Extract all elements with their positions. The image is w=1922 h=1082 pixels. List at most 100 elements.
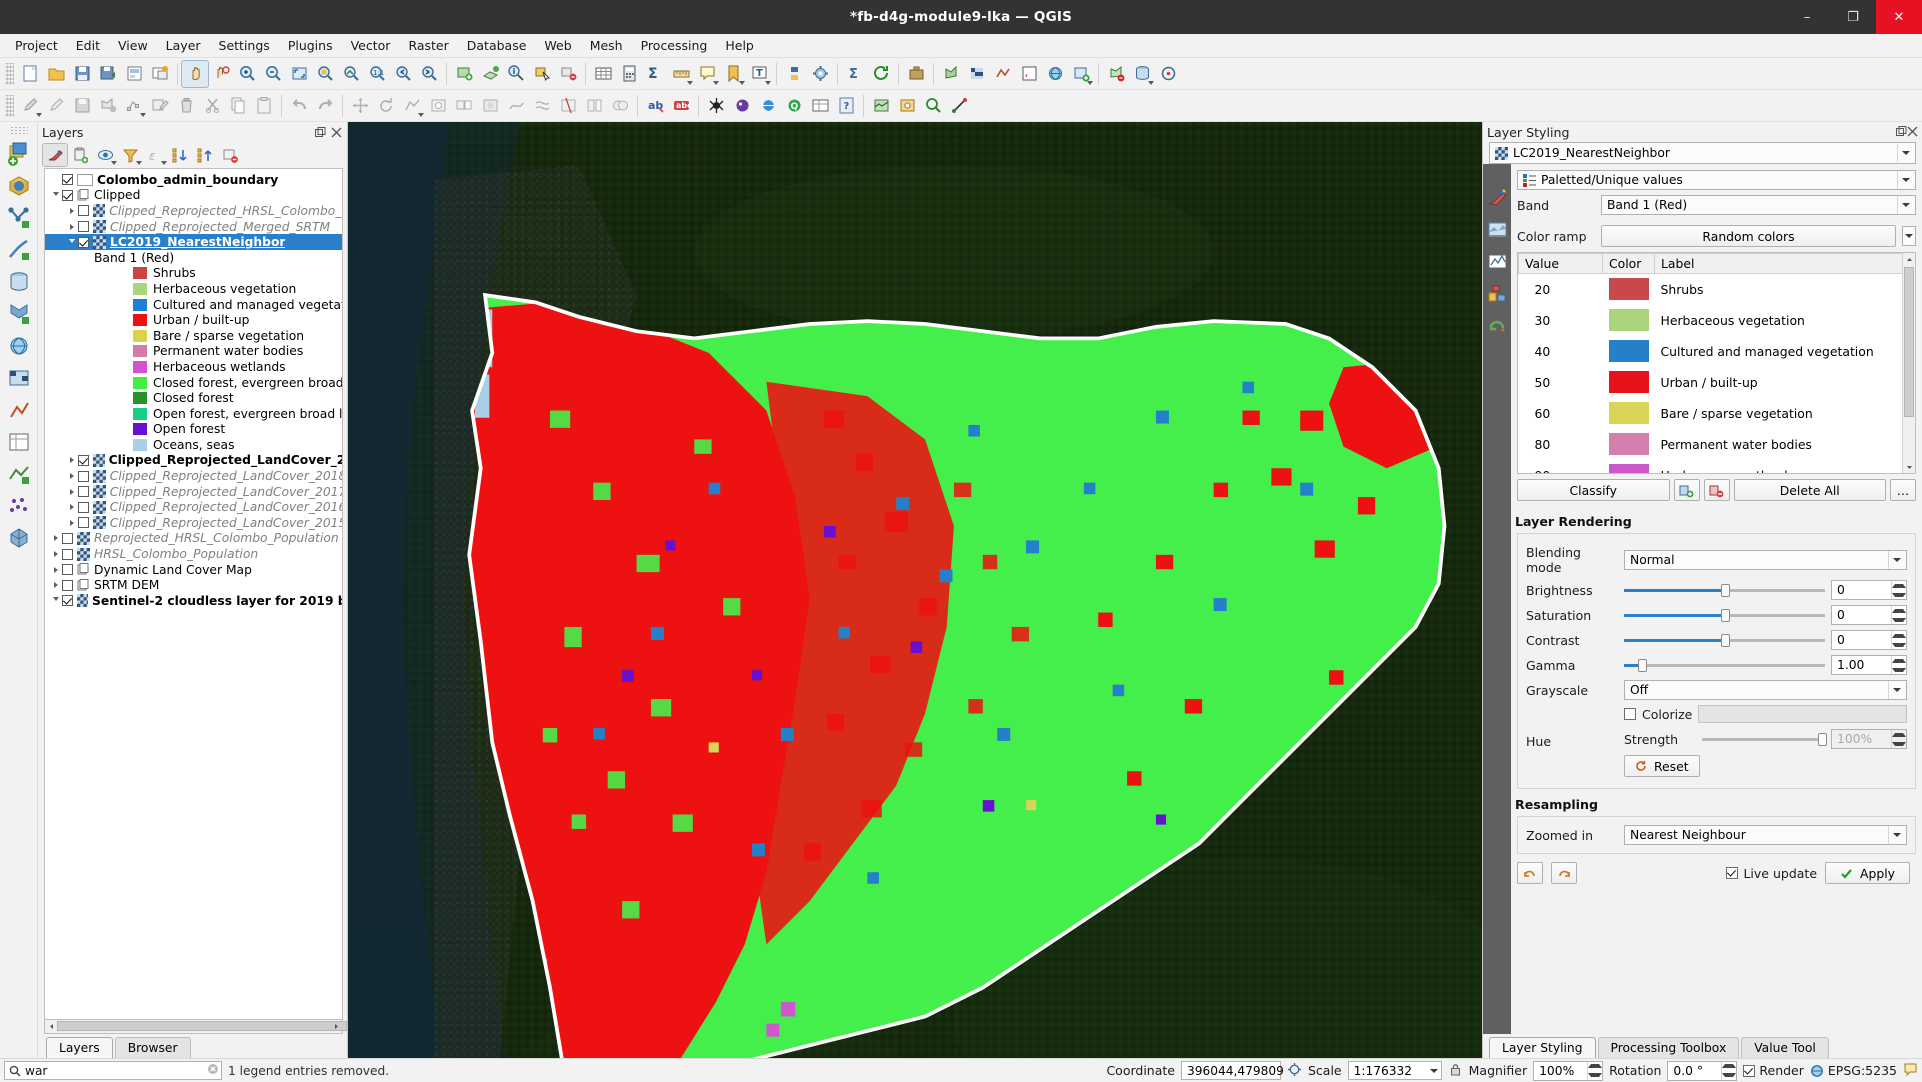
cut-features-button[interactable] xyxy=(199,93,225,119)
layer-tree-row[interactable]: Clipped_Reprojected_LandCover_2018 xyxy=(45,468,342,484)
add-wms-layer-button[interactable] xyxy=(1042,61,1068,87)
class-row[interactable]: 20 Shrubs xyxy=(1518,273,1915,305)
chevron-down-icon-3[interactable] xyxy=(739,80,745,85)
class-color-cell[interactable] xyxy=(1602,459,1655,473)
class-color-cell[interactable] xyxy=(1602,397,1655,429)
pan-to-selection-tool[interactable] xyxy=(208,61,234,87)
class-value-cell[interactable]: 80 xyxy=(1518,428,1603,460)
deselect-features-button[interactable] xyxy=(555,61,581,87)
class-value-cell[interactable]: 60 xyxy=(1518,397,1603,429)
remove-class-button[interactable] xyxy=(1703,479,1730,501)
add-spatialite-layer-icon[interactable] xyxy=(4,267,34,297)
zoom-full-button[interactable] xyxy=(286,61,312,87)
current-edits-button[interactable] xyxy=(17,93,43,119)
brightness-spin[interactable]: 0 xyxy=(1831,580,1907,600)
class-color-swatch[interactable] xyxy=(1608,309,1649,331)
contrast-knob[interactable] xyxy=(1720,634,1730,647)
class-row[interactable]: 80 Permanent water bodies xyxy=(1518,428,1915,460)
class-value-cell[interactable]: 50 xyxy=(1518,366,1603,398)
new-shapefile-layer-button[interactable] xyxy=(1103,61,1129,87)
tree-expander[interactable] xyxy=(65,519,78,526)
magnifier-up[interactable] xyxy=(1588,1062,1603,1071)
grayscale-chevron[interactable] xyxy=(1888,681,1904,699)
redo-button[interactable] xyxy=(312,93,338,119)
layer-tree-row[interactable]: Clipped xyxy=(45,188,342,204)
class-color-swatch[interactable] xyxy=(1608,371,1649,393)
brightness-down[interactable] xyxy=(1892,590,1906,599)
data-source-manager-icon[interactable] xyxy=(4,139,34,169)
brightness-up[interactable] xyxy=(1892,581,1906,590)
class-label-cell[interactable]: Permanent water bodies xyxy=(1654,428,1915,460)
modify-attributes-button[interactable] xyxy=(147,93,173,119)
colorize-color-swatch[interactable] xyxy=(1698,705,1907,723)
class-scroll-thumb[interactable] xyxy=(1904,267,1914,417)
split-features-button[interactable] xyxy=(555,93,581,119)
magnifier-down[interactable] xyxy=(1588,1071,1603,1080)
layer-visibility-checkbox[interactable] xyxy=(78,221,89,233)
qgis-cloud-button[interactable] xyxy=(729,93,755,119)
chevron-down-icon-6[interactable] xyxy=(1148,80,1154,85)
chevron-down-icon-5[interactable] xyxy=(1087,80,1093,85)
split-parts-button[interactable] xyxy=(581,93,607,119)
open-project-button[interactable] xyxy=(43,61,69,87)
layer-tree-row[interactable]: Reprojected_HRSL_Colombo_Population xyxy=(45,531,342,547)
classify-button[interactable]: Classify xyxy=(1517,479,1670,501)
messages-log-button[interactable] xyxy=(1903,1062,1918,1080)
refresh-button[interactable] xyxy=(868,61,894,87)
color-ramp-chevron-button[interactable] xyxy=(1902,226,1916,246)
save-project-button[interactable] xyxy=(69,61,95,87)
contrast-spin[interactable]: 0 xyxy=(1831,630,1907,650)
add-part-button[interactable] xyxy=(451,93,477,119)
menu-layer[interactable]: Layer xyxy=(157,36,210,55)
class-table-wrap[interactable]: Value Color Label 20 Shrubs 30 Herbaceous v… xyxy=(1517,252,1916,474)
field-calculator-button[interactable] xyxy=(616,61,642,87)
class-color-cell[interactable] xyxy=(1602,428,1655,460)
paste-features-button[interactable] xyxy=(251,93,277,119)
layer-tree-row[interactable]: LC2019_NearestNeighbor xyxy=(45,234,342,250)
reset-button[interactable]: Reset xyxy=(1624,755,1700,777)
layer-visibility-checkbox[interactable] xyxy=(62,189,73,201)
delete-selected-button[interactable] xyxy=(173,93,199,119)
live-update-checkbox[interactable] xyxy=(1726,867,1739,879)
spider-plugin-button[interactable] xyxy=(703,93,729,119)
rotation-arrows[interactable] xyxy=(1721,1061,1737,1080)
scroll-left-arrow[interactable] xyxy=(45,1020,57,1032)
class-label-cell[interactable]: Herbaceous wetlands xyxy=(1654,459,1915,473)
layer-visibility-checkbox[interactable] xyxy=(62,595,73,607)
class-row[interactable]: 90 Herbaceous wetlands xyxy=(1518,459,1915,473)
menu-mesh[interactable]: Mesh xyxy=(581,36,632,55)
add-raster-layer-icon[interactable] xyxy=(4,171,34,201)
gamma-spin-arrows[interactable] xyxy=(1891,656,1906,674)
layer-tree-row[interactable]: Dynamic Land Cover Map xyxy=(45,562,342,578)
layer-tree-row[interactable]: Cultured and managed vegetation xyxy=(45,297,342,313)
magnifier-arrows[interactable] xyxy=(1587,1061,1603,1080)
class-label-cell[interactable]: Cultured and managed vegetation xyxy=(1654,335,1915,367)
brightness-spin-arrows[interactable] xyxy=(1891,581,1906,599)
scale-combo[interactable]: 1:176332 xyxy=(1347,1061,1442,1080)
crs-status[interactable]: EPSG:5235 xyxy=(1810,1063,1897,1078)
add-wfs-layer-icon[interactable] xyxy=(4,395,34,425)
reshape-features-button[interactable] xyxy=(503,93,529,119)
live-update-wrap[interactable]: Live update xyxy=(1726,866,1817,881)
class-label-cell[interactable]: Shrubs xyxy=(1654,273,1915,305)
layer-tree-row[interactable]: Open forest, evergreen broad leaf xyxy=(45,406,342,422)
hscroll-thumb[interactable] xyxy=(57,1021,347,1031)
class-value-cell[interactable]: 90 xyxy=(1518,459,1603,473)
menu-help[interactable]: Help xyxy=(716,36,763,55)
new-geopackage-button[interactable] xyxy=(1129,61,1155,87)
style-panel-undock-icon[interactable] xyxy=(1896,125,1907,140)
histogram-icon[interactable] xyxy=(1486,250,1508,272)
map-tips-button[interactable] xyxy=(694,61,720,87)
layer-visibility-checkbox[interactable] xyxy=(62,174,73,186)
strength-spin-arrows[interactable] xyxy=(1891,730,1906,748)
chevron-down-icon-4[interactable] xyxy=(765,80,771,85)
new-project-button[interactable] xyxy=(17,61,43,87)
gamma-spin[interactable]: 1.00 xyxy=(1831,655,1907,675)
gamma-slider[interactable] xyxy=(1624,657,1825,673)
layer-tree-row[interactable]: Band 1 (Red) xyxy=(45,250,342,266)
chevron-down-icon-themes[interactable] xyxy=(111,161,117,165)
tab-browser[interactable]: Browser xyxy=(114,1037,191,1058)
tree-expander[interactable] xyxy=(49,566,62,573)
layer-tree[interactable]: Colombo_admin_boundary Clipped Clipped_Rep… xyxy=(44,168,343,1020)
add-pointcloud-layer-icon[interactable] xyxy=(4,491,34,521)
